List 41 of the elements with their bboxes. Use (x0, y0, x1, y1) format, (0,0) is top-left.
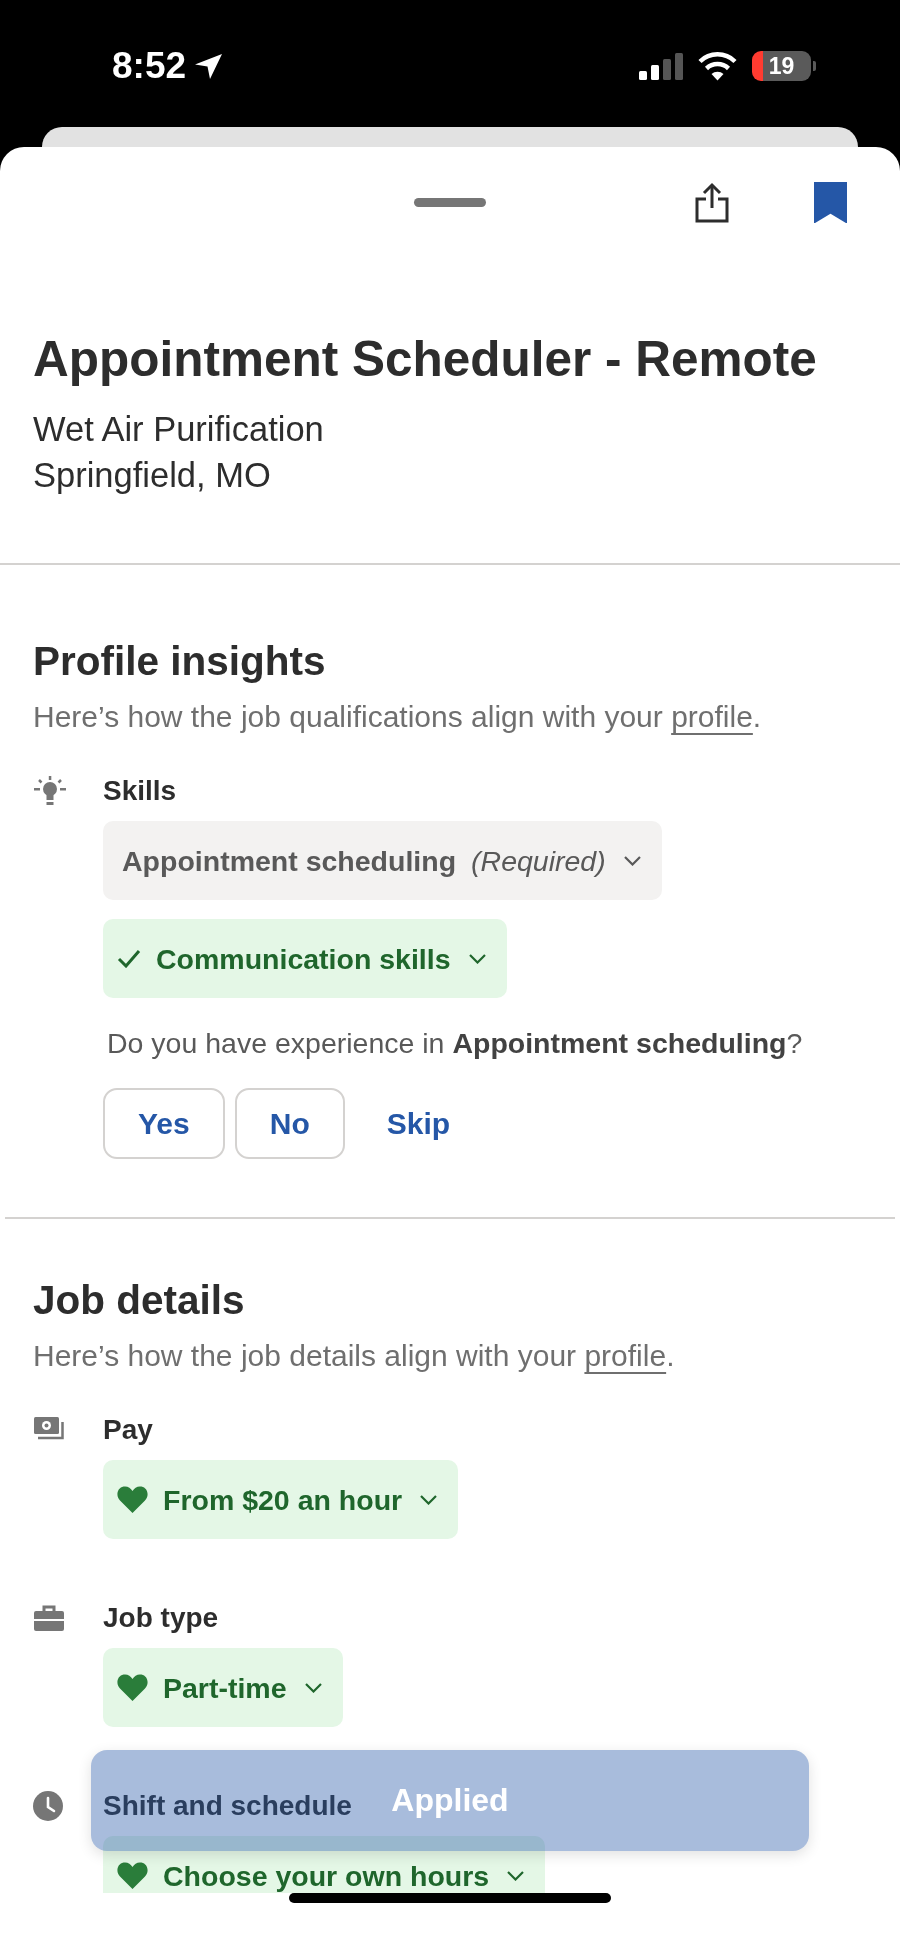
wifi-icon (697, 51, 738, 81)
answer-button[interactable]: Yes (103, 1088, 225, 1159)
job-title: Appointment Scheduler - Remote (33, 330, 818, 388)
chevron-down-icon (420, 1494, 438, 1505)
chevron-down-icon (304, 1682, 322, 1693)
section-heading: Profile insights (33, 638, 327, 684)
section-subtitle: Here’s how the job qualifications align with your profile. (33, 699, 763, 735)
detail-chip[interactable]: From $20 an hour (103, 1460, 459, 1539)
heart-icon (117, 1674, 148, 1701)
answer-button[interactable]: No (234, 1088, 345, 1159)
section-heading: Job details (33, 1277, 246, 1323)
section-subtitle: Here’s how the job details align with your profile. (33, 1338, 676, 1374)
job-location: Springfield, MO (33, 455, 272, 496)
briefcase-icon (33, 1604, 65, 1632)
detail-chip[interactable]: Choose your own hours (103, 1836, 546, 1893)
group-label: Pay (103, 1413, 153, 1447)
status-time: 8:52 (112, 45, 187, 87)
bookmark-icon[interactable] (814, 182, 847, 223)
chevron-down-icon (507, 1870, 525, 1881)
heart-icon (117, 1486, 148, 1513)
clock-icon (33, 1791, 63, 1821)
chevron-down-icon (623, 855, 641, 866)
signal-icon (639, 52, 683, 80)
share-icon[interactable] (695, 182, 729, 223)
group-label: Shift and schedule (103, 1789, 352, 1823)
group-label: Job type (103, 1601, 219, 1635)
profile-link[interactable]: profile (584, 1339, 667, 1372)
battery-indicator: 19 (752, 51, 816, 81)
drag-handle[interactable] (414, 198, 486, 207)
skill-chip[interactable]: Appointment scheduling (Required) (103, 821, 662, 900)
check-icon (117, 949, 141, 968)
company-name: Wet Air Purification (33, 409, 325, 450)
question-text: Do you have experience in Appointment scheduling? (106, 1026, 803, 1060)
group-label: Skills (103, 774, 177, 808)
detail-chip[interactable]: Part-time (103, 1648, 343, 1727)
chevron-down-icon (468, 953, 486, 964)
lightbulb-icon (33, 775, 67, 807)
profile-link[interactable]: profile (671, 700, 753, 733)
heart-icon (117, 1862, 148, 1889)
skill-chip[interactable]: Communication skills (103, 919, 507, 998)
location-arrow-icon (194, 52, 224, 80)
